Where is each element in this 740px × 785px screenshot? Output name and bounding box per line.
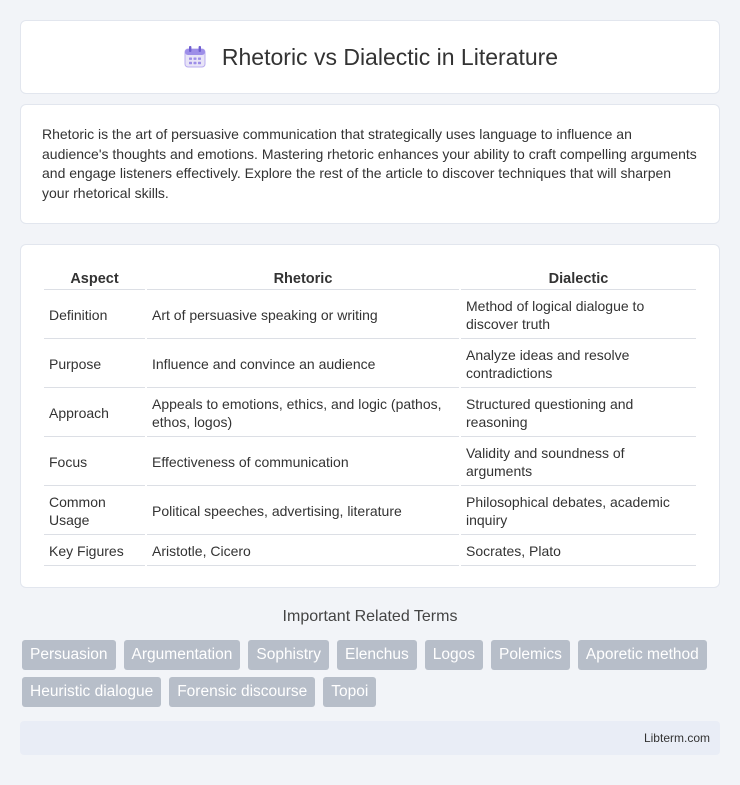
table-cell-dialectic: Validity and soundness of arguments bbox=[461, 439, 696, 486]
table-cell-dialectic: Structured questioning and reasoning bbox=[461, 390, 696, 437]
table-cell-rhetoric: Appeals to emotions, ethics, and logic (… bbox=[147, 390, 459, 437]
tag-aporetic-method[interactable]: Aporetic method bbox=[577, 640, 707, 670]
table-cell-dialectic: Socrates, Plato bbox=[461, 537, 696, 566]
table-row: Key Figures Aristotle, Cicero Socrates, … bbox=[44, 537, 696, 566]
table-row: Approach Appeals to emotions, ethics, an… bbox=[44, 390, 696, 437]
comparison-table: Aspect Rhetoric Dialectic Definition Art… bbox=[42, 265, 698, 568]
header-card: Rhetoric vs Dialectic in Literature bbox=[20, 20, 720, 94]
tag-topoi[interactable]: Topoi bbox=[323, 677, 377, 707]
table-cell-aspect: Purpose bbox=[44, 341, 145, 388]
calendar-icon bbox=[182, 44, 208, 70]
table-cell-aspect: Key Figures bbox=[44, 537, 145, 566]
tag-logos[interactable]: Logos bbox=[424, 640, 483, 670]
tag-sophistry[interactable]: Sophistry bbox=[248, 640, 329, 670]
table-cell-dialectic: Philosophical debates, academic inquiry bbox=[461, 488, 696, 535]
table-cell-dialectic: Method of logical dialogue to discover t… bbox=[461, 292, 696, 339]
related-terms-tags: Persuasion Argumentation Sophistry Elenc… bbox=[22, 640, 722, 707]
footer-site-link[interactable]: Libterm.com bbox=[644, 731, 710, 745]
table-cell-rhetoric: Influence and convince an audience bbox=[147, 341, 459, 388]
footer: Libterm.com bbox=[20, 721, 720, 755]
column-header-dialectic: Dialectic bbox=[461, 267, 696, 290]
tag-elenchus[interactable]: Elenchus bbox=[336, 640, 417, 670]
column-header-aspect: Aspect bbox=[44, 267, 145, 290]
table-row: Definition Art of persuasive speaking or… bbox=[44, 292, 696, 339]
table-cell-rhetoric: Aristotle, Cicero bbox=[147, 537, 459, 566]
table-cell-aspect: Approach bbox=[44, 390, 145, 437]
tag-forensic-discourse[interactable]: Forensic discourse bbox=[169, 677, 316, 707]
comparison-table-card: Aspect Rhetoric Dialectic Definition Art… bbox=[20, 244, 720, 588]
table-row: Common Usage Political speeches, adverti… bbox=[44, 488, 696, 535]
tag-polemics[interactable]: Polemics bbox=[490, 640, 570, 670]
table-cell-rhetoric: Effectiveness of communication bbox=[147, 439, 459, 486]
tag-argumentation[interactable]: Argumentation bbox=[123, 640, 241, 670]
table-cell-aspect: Common Usage bbox=[44, 488, 145, 535]
table-cell-aspect: Definition bbox=[44, 292, 145, 339]
page-title: Rhetoric vs Dialectic in Literature bbox=[221, 43, 559, 70]
table-cell-dialectic: Analyze ideas and resolve contradictions bbox=[461, 341, 696, 388]
table-header-row: Aspect Rhetoric Dialectic bbox=[44, 267, 696, 290]
related-terms-title: Important Related Terms bbox=[282, 608, 458, 625]
table-cell-rhetoric: Art of persuasive speaking or writing bbox=[147, 292, 459, 339]
table-row: Focus Effectiveness of communication Val… bbox=[44, 439, 696, 486]
table-cell-rhetoric: Political speeches, advertising, literat… bbox=[147, 488, 459, 535]
table-row: Purpose Influence and convince an audien… bbox=[44, 341, 696, 388]
intro-text: Rhetoric is the art of persuasive commun… bbox=[42, 126, 697, 201]
tag-heuristic-dialogue[interactable]: Heuristic dialogue bbox=[22, 677, 162, 707]
intro-card: Rhetoric is the art of persuasive commun… bbox=[20, 104, 720, 224]
column-header-rhetoric: Rhetoric bbox=[147, 267, 459, 290]
tag-persuasion[interactable]: Persuasion bbox=[22, 640, 116, 670]
table-cell-aspect: Focus bbox=[44, 439, 145, 486]
